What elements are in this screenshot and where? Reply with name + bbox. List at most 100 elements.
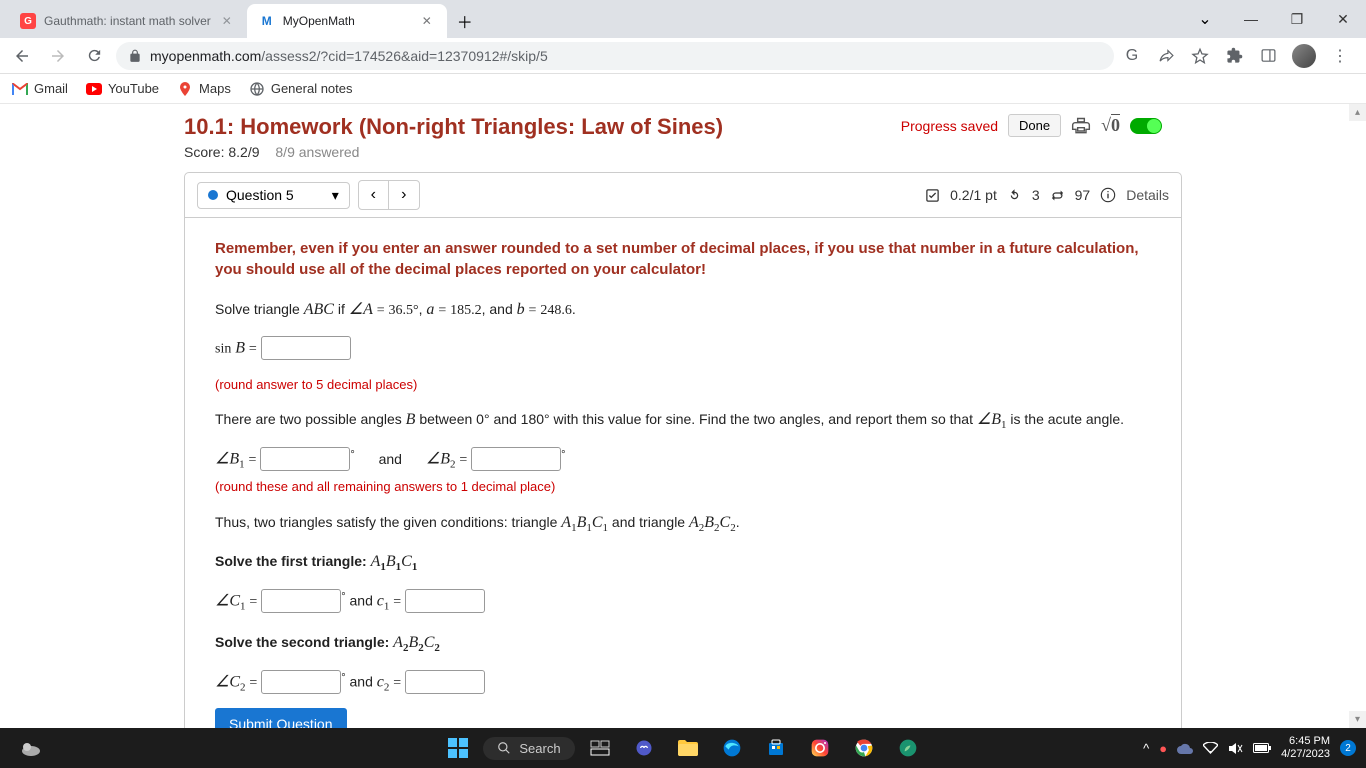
tab-gauthmath[interactable]: G Gauthmath: instant math solver ✕ — [8, 4, 247, 38]
forward-button[interactable] — [44, 42, 72, 70]
window-controls: ⌄ ― ❐ ✕ — [1182, 0, 1366, 38]
bookmark-youtube[interactable]: YouTube — [86, 81, 159, 97]
app-icon[interactable] — [889, 729, 927, 767]
clock[interactable]: 6:45 PM 4/27/2023 — [1281, 735, 1330, 761]
next-question-button[interactable]: › — [389, 181, 419, 209]
profile-avatar[interactable] — [1292, 44, 1316, 68]
scroll-up-arrow[interactable]: ▴ — [1349, 104, 1366, 121]
angle-b2-input[interactable] — [471, 447, 561, 471]
question-label: Question 5 — [226, 187, 294, 203]
browser-tab-strip: G Gauthmath: instant math solver ✕ M MyO… — [0, 0, 1366, 38]
question-body: Remember, even if you enter an answer ro… — [185, 218, 1181, 728]
details-link[interactable]: Details — [1126, 187, 1169, 203]
back-button[interactable] — [8, 42, 36, 70]
instruction-text: Remember, even if you enter an answer ro… — [215, 238, 1151, 280]
scroll-down-arrow[interactable]: ▾ — [1349, 711, 1366, 728]
sin-b-row: sin B = — [215, 336, 1151, 361]
score-line: Score: 8.2/9 8/9 answered — [184, 144, 1182, 172]
taskbar-search[interactable]: Search — [483, 737, 574, 760]
retry-count-2: 97 — [1075, 187, 1091, 203]
maps-icon — [177, 81, 193, 97]
volume-icon[interactable] — [1228, 742, 1243, 755]
bookmark-label: Gmail — [34, 81, 68, 96]
taskbar-center: Search — [439, 729, 926, 767]
myopenmath-favicon: M — [259, 13, 275, 29]
solve-first-heading: Solve the first triangle: A1B1C1 — [215, 550, 1151, 575]
weather-widget[interactable] — [12, 729, 50, 767]
close-button[interactable]: ✕ — [1320, 0, 1366, 38]
score-label: Score: 8.2/9 — [184, 144, 260, 160]
extensions-icon[interactable] — [1224, 46, 1244, 66]
angle-c2-input[interactable] — [261, 670, 341, 694]
star-icon[interactable] — [1190, 46, 1210, 66]
bookmark-general-notes[interactable]: General notes — [249, 81, 353, 97]
bookmark-label: YouTube — [108, 81, 159, 96]
progress-saved-label: Progress saved — [901, 118, 998, 134]
lock-icon — [128, 49, 142, 63]
share-icon[interactable] — [1156, 46, 1176, 66]
retry-icon-2 — [1050, 188, 1065, 203]
side-panel-icon[interactable] — [1258, 46, 1278, 66]
gauthmath-favicon: G — [20, 13, 36, 29]
chat-icon[interactable] — [625, 729, 663, 767]
b-angles-row: ∠B1 = ° and ∠B2 = ° — [215, 447, 1151, 473]
sin-b-input[interactable] — [261, 336, 351, 360]
wifi-icon[interactable] — [1203, 742, 1218, 754]
tab-myopenmath[interactable]: M MyOpenMath ✕ — [247, 4, 447, 38]
points-label: 0.2/1 pt — [950, 187, 997, 203]
tab-title: Gauthmath: instant math solver — [44, 14, 211, 28]
prev-question-button[interactable]: ‹ — [359, 181, 389, 209]
submit-question-button[interactable]: Submit Question — [215, 708, 347, 728]
url-field[interactable]: myopenmath.com/assess2/?cid=174526&aid=1… — [116, 42, 1114, 70]
bookmark-gmail[interactable]: Gmail — [12, 81, 68, 97]
side-c2-input[interactable] — [405, 670, 485, 694]
close-icon[interactable]: ✕ — [219, 13, 235, 29]
math-toggle[interactable] — [1130, 118, 1162, 134]
minimize-button[interactable]: ― — [1228, 0, 1274, 38]
bookmark-maps[interactable]: Maps — [177, 81, 231, 97]
new-tab-button[interactable]: ＋ — [451, 7, 479, 35]
notification-badge[interactable]: 2 — [1340, 740, 1356, 756]
angle-c1-input[interactable] — [261, 589, 341, 613]
edge-icon[interactable] — [713, 729, 751, 767]
task-view-icon[interactable] — [581, 729, 619, 767]
info-icon — [1100, 187, 1116, 203]
angle-b1-input[interactable] — [260, 447, 350, 471]
google-icon[interactable]: G — [1122, 46, 1142, 66]
globe-icon — [249, 81, 265, 97]
print-icon[interactable] — [1071, 116, 1091, 136]
maximize-button[interactable]: ❐ — [1274, 0, 1320, 38]
onedrive-icon[interactable] — [1177, 743, 1193, 754]
chevron-down-icon[interactable]: ⌄ — [1182, 0, 1228, 38]
bookmark-label: Maps — [199, 81, 231, 96]
instagram-icon[interactable] — [801, 729, 839, 767]
search-icon — [497, 741, 511, 755]
tray-app-icon[interactable]: ● — [1159, 741, 1167, 756]
chrome-icon[interactable] — [845, 729, 883, 767]
question-status-dot — [208, 190, 218, 200]
battery-icon[interactable] — [1253, 743, 1271, 753]
answered-label: 8/9 answered — [275, 144, 359, 160]
retry-icon — [1007, 188, 1022, 203]
question-meta: 0.2/1 pt 3 97 Details — [925, 187, 1169, 203]
round-5-note: (round answer to 5 decimal places) — [215, 375, 1151, 395]
address-bar: myopenmath.com/assess2/?cid=174526&aid=1… — [0, 38, 1366, 74]
reload-button[interactable] — [80, 42, 108, 70]
side-c1-input[interactable] — [405, 589, 485, 613]
chevron-up-icon[interactable]: ^ — [1143, 741, 1149, 756]
menu-icon[interactable]: ⋮ — [1330, 46, 1350, 66]
round-1-note: (round these and all remaining answers t… — [215, 477, 1151, 497]
time-label: 6:45 PM — [1281, 735, 1330, 748]
close-icon[interactable]: ✕ — [419, 13, 435, 29]
taskbar-left — [12, 729, 50, 767]
tab-title: MyOpenMath — [283, 14, 411, 28]
question-selector[interactable]: Question 5 ▾ — [197, 182, 350, 209]
done-button[interactable]: Done — [1008, 114, 1061, 137]
explorer-icon[interactable] — [669, 729, 707, 767]
chevron-down-icon: ▾ — [332, 187, 339, 204]
two-angles-text: There are two possible angles B between … — [215, 408, 1151, 433]
first-triangle-row: ∠C1 = ° and c1 = — [215, 589, 1151, 615]
sqrt-icon[interactable]: √0 — [1101, 115, 1120, 136]
store-icon[interactable] — [757, 729, 795, 767]
start-button[interactable] — [439, 729, 477, 767]
